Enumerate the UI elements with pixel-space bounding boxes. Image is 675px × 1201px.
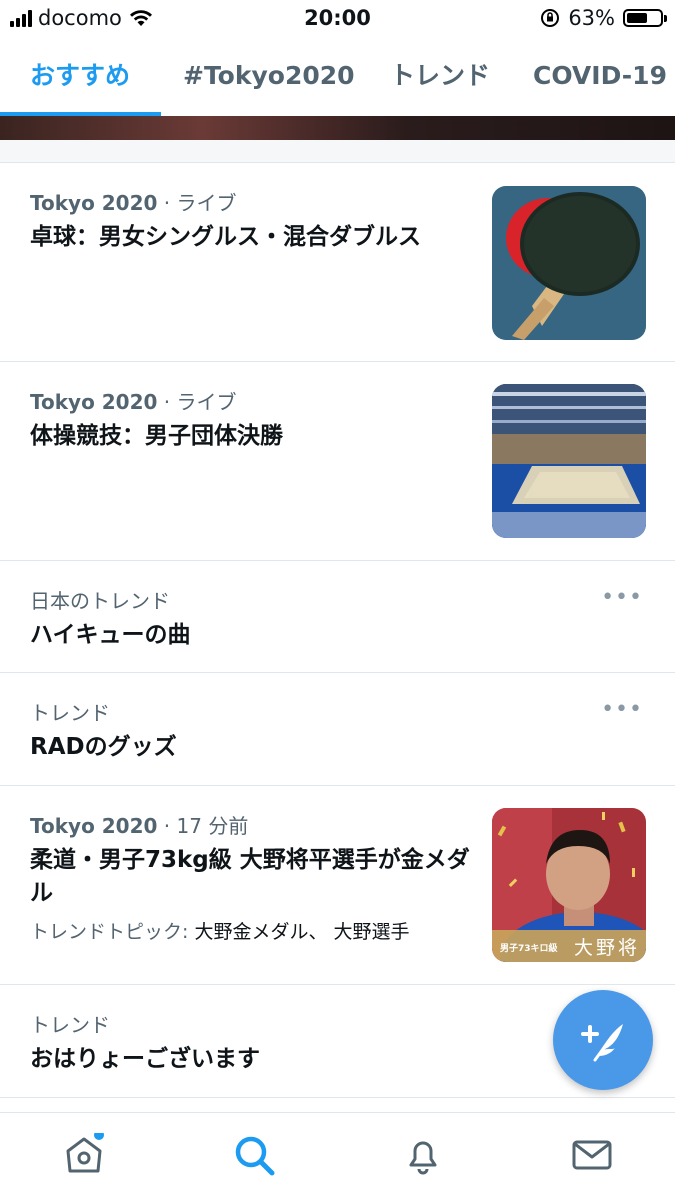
tab-recommended[interactable]: おすすめ [30, 38, 130, 116]
feed-item[interactable]: Tokyo 2020 · ライブ 卓球：男女シングルス・混合ダブルス [0, 163, 675, 362]
feed-item[interactable]: Tokyo 2020 · ライブ 体操競技：男子団体決勝 [0, 362, 675, 561]
home-icon [66, 1130, 104, 1173]
item-meta: Tokyo 2020 · ライブ [30, 386, 237, 415]
item-title: 体操競技：男子団体決勝 [30, 423, 283, 449]
battery-icon [623, 9, 667, 27]
item-meta: Tokyo 2020 · ライブ [30, 187, 237, 216]
nav-home[interactable] [62, 1130, 106, 1177]
mail-icon [572, 1140, 612, 1170]
item-meta-detail: · ライブ [157, 191, 237, 215]
trend-category: 日本のトレンド [30, 589, 170, 613]
trend-title: ハイキューの曲 [30, 622, 191, 648]
status-right: 63% [540, 6, 667, 30]
trend-category: トレンド [30, 1013, 110, 1037]
bottom-navigation [0, 1112, 675, 1201]
status-bar: docomo 20:00 63% [0, 0, 675, 38]
item-meta-detail: · 17 分前 [157, 814, 249, 838]
battery-percent: 63% [568, 6, 615, 30]
compose-tweet-icon [581, 1024, 623, 1062]
nav-search[interactable] [232, 1133, 276, 1177]
item-meta-detail: · ライブ [157, 390, 237, 414]
trend-topics-value: 大野金メダル、 大野選手 [194, 921, 410, 943]
feed-item[interactable]: Tokyo 2020 · 17 分前 柔道・男子73kg級 大野将平選手が金メダ… [0, 786, 675, 985]
trend-title: おはりょーございます [30, 1046, 260, 1072]
trend-topics-label: トレンドトピック: [30, 921, 195, 943]
hero-banner-image[interactable] [0, 116, 675, 140]
trend-title: RADのグッズ [30, 734, 177, 760]
more-options-icon[interactable]: ••• [601, 697, 643, 722]
trend-category: トレンド [30, 701, 110, 725]
section-separator [0, 140, 675, 163]
trend-topics: トレンドトピック: 大野金メダル、 大野選手 [30, 917, 410, 944]
compose-tweet-button[interactable] [553, 990, 653, 1090]
orientation-lock-icon [541, 9, 560, 27]
item-thumbnail[interactable] [492, 186, 646, 340]
bell-icon [409, 1141, 437, 1175]
feed-item[interactable]: トレンド RADのグッズ ••• [0, 673, 675, 786]
item-thumbnail[interactable] [492, 384, 646, 538]
tab-trends[interactable]: トレンド [390, 38, 490, 116]
tab-covid19[interactable]: COVID-19 [533, 38, 667, 116]
item-source: Tokyo 2020 [30, 814, 158, 838]
item-title: 卓球：男女シングルス・混合ダブルス [30, 224, 421, 250]
search-icon [235, 1136, 275, 1176]
thumb-caption-left: 男子73キロ級 [500, 944, 558, 954]
item-title: 柔道・男子73kg級 大野将平選手が金メダル [30, 847, 470, 906]
item-meta: Tokyo 2020 · 17 分前 [30, 810, 248, 839]
tab-tokyo2020[interactable]: #Tokyo2020 [183, 38, 355, 116]
gymnastics-arena-image [492, 384, 646, 538]
item-thumbnail[interactable]: 男子73キロ級 大野将 [492, 808, 646, 962]
thumb-caption-right: 大野将 [573, 937, 640, 959]
more-options-icon[interactable]: ••• [601, 585, 643, 610]
table-tennis-image [492, 186, 646, 340]
item-source: Tokyo 2020 [30, 191, 158, 215]
explore-tabs: おすすめ #Tokyo2020 トレンド COVID-19 [0, 38, 675, 117]
feed-item[interactable]: 日本のトレンド ハイキューの曲 ••• [0, 561, 675, 673]
nav-notifications[interactable] [401, 1133, 445, 1177]
nav-messages[interactable] [570, 1133, 614, 1177]
item-source: Tokyo 2020 [30, 390, 158, 414]
